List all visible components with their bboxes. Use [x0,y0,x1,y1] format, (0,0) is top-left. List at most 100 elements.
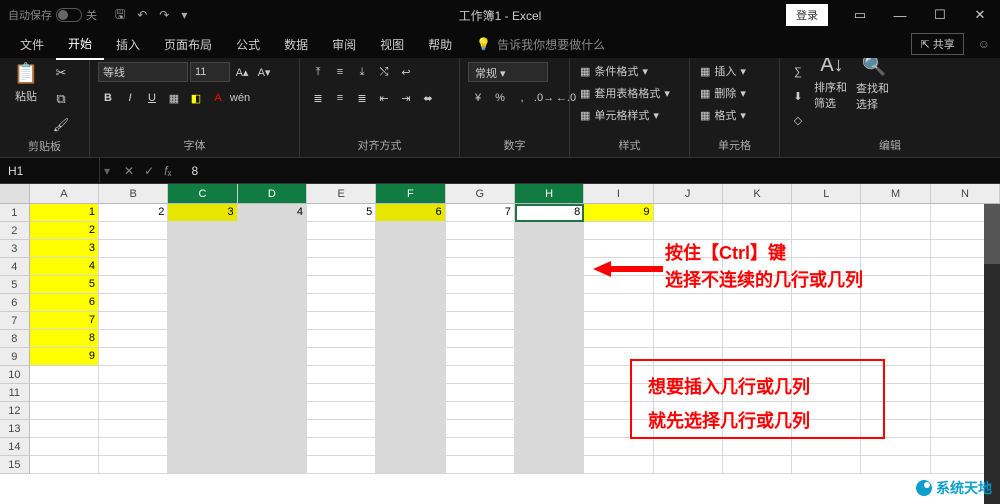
col-header-C[interactable]: C [168,184,237,204]
cell-B3[interactable] [99,240,168,258]
cell-F3[interactable] [376,240,445,258]
cell-M3[interactable] [861,240,930,258]
cell-A12[interactable] [30,402,99,420]
cell-A9[interactable]: 9 [30,348,99,366]
cell-F5[interactable] [376,276,445,294]
align-middle-icon[interactable]: ≡ [330,62,350,82]
insert-cells-button[interactable]: ▦插入 ▾ [698,62,748,80]
cell-H14[interactable] [515,438,584,456]
cell-M14[interactable] [861,438,930,456]
cell-B15[interactable] [99,456,168,474]
cell-J14[interactable] [654,438,723,456]
cell-D4[interactable] [238,258,307,276]
increase-indent-icon[interactable]: ⇥ [396,88,416,108]
cell-D6[interactable] [238,294,307,312]
cell-H11[interactable] [515,384,584,402]
cell-K2[interactable] [723,222,792,240]
cell-J1[interactable] [654,204,723,222]
align-center-icon[interactable]: ≡ [330,88,350,108]
cell-B1[interactable]: 2 [99,204,168,222]
autosum-icon[interactable]: ∑ [788,62,808,82]
cell-I4[interactable] [584,258,653,276]
fx-icon[interactable]: fₓ [164,164,171,178]
cell-A14[interactable] [30,438,99,456]
cell-M5[interactable] [861,276,930,294]
align-right-icon[interactable]: ≣ [352,88,372,108]
formula-input[interactable]: 8 [181,164,1000,178]
cell-H8[interactable] [515,330,584,348]
col-header-E[interactable]: E [307,184,376,204]
close-icon[interactable]: ✕ [960,0,1000,30]
redo-icon[interactable]: ↷ [159,8,169,22]
maximize-icon[interactable]: ☐ [920,0,960,30]
cell-H13[interactable] [515,420,584,438]
col-header-G[interactable]: G [446,184,515,204]
delete-cells-button[interactable]: ▦删除 ▾ [698,84,748,102]
cell-F8[interactable] [376,330,445,348]
cell-C11[interactable] [168,384,237,402]
cell-E1[interactable]: 5 [307,204,376,222]
cell-B5[interactable] [99,276,168,294]
cell-H1[interactable]: 8 [515,204,584,222]
row-header-1[interactable]: 1 [0,204,30,222]
cell-D1[interactable]: 4 [238,204,307,222]
font-name-select[interactable] [98,62,188,82]
row-header-3[interactable]: 3 [0,240,30,258]
tab-data[interactable]: 数据 [272,30,320,59]
cell-B11[interactable] [99,384,168,402]
autosave-toggle[interactable]: 自动保存 关 [0,7,105,23]
tab-help[interactable]: 帮助 [416,30,464,59]
cancel-icon[interactable]: ✕ [124,164,134,178]
cell-I1[interactable]: 9 [584,204,653,222]
fill-icon[interactable]: ⬇ [788,86,808,106]
row-header-7[interactable]: 7 [0,312,30,330]
align-bottom-icon[interactable]: ⤓ [352,62,372,82]
cell-G2[interactable] [446,222,515,240]
cell-K7[interactable] [723,312,792,330]
underline-icon[interactable]: U [142,88,162,108]
cell-D11[interactable] [238,384,307,402]
cell-F9[interactable] [376,348,445,366]
cell-C3[interactable] [168,240,237,258]
paste-button[interactable]: 📋 粘贴 [8,62,44,102]
cell-M8[interactable] [861,330,930,348]
cell-F6[interactable] [376,294,445,312]
col-header-M[interactable]: M [861,184,930,204]
cell-A5[interactable]: 5 [30,276,99,294]
cell-L1[interactable] [792,204,861,222]
cell-G11[interactable] [446,384,515,402]
phonetic-icon[interactable]: wén [230,88,250,108]
cell-B10[interactable] [99,366,168,384]
cell-G10[interactable] [446,366,515,384]
cell-E12[interactable] [307,402,376,420]
row-header-8[interactable]: 8 [0,330,30,348]
col-header-I[interactable]: I [584,184,653,204]
cell-A8[interactable]: 8 [30,330,99,348]
cell-E5[interactable] [307,276,376,294]
decrease-font-icon[interactable]: A▾ [254,62,274,82]
cell-E7[interactable] [307,312,376,330]
font-color-icon[interactable]: A [208,88,228,108]
sort-filter-button[interactable]: A↓ 排序和筛选 [814,62,850,102]
cell-M1[interactable] [861,204,930,222]
login-button[interactable]: 登录 [786,4,828,26]
cell-H7[interactable] [515,312,584,330]
cell-D14[interactable] [238,438,307,456]
col-header-N[interactable]: N [931,184,1000,204]
cell-F10[interactable] [376,366,445,384]
ribbon-display-icon[interactable]: ▭ [840,0,880,30]
cell-J8[interactable] [654,330,723,348]
row-header-12[interactable]: 12 [0,402,30,420]
cell-C7[interactable] [168,312,237,330]
cell-F15[interactable] [376,456,445,474]
cell-G15[interactable] [446,456,515,474]
cell-F7[interactable] [376,312,445,330]
cell-A1[interactable]: 1 [30,204,99,222]
cell-C4[interactable] [168,258,237,276]
tab-insert[interactable]: 插入 [104,30,152,59]
cell-J6[interactable] [654,294,723,312]
bold-icon[interactable]: B [98,88,118,108]
fill-color-icon[interactable]: ◧ [186,88,206,108]
row-header-4[interactable]: 4 [0,258,30,276]
cell-B2[interactable] [99,222,168,240]
